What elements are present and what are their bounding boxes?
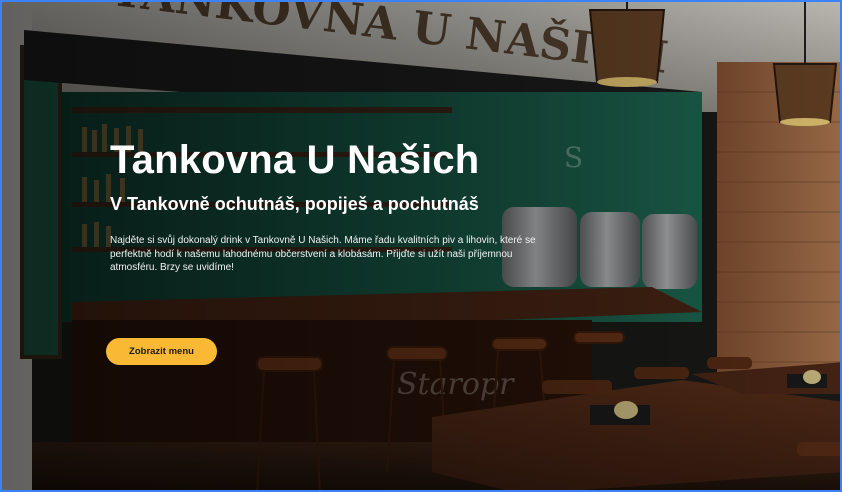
hero-description: Najděte si svůj dokonalý drink v Tankovn…	[110, 235, 536, 273]
show-menu-button[interactable]: Zobrazit menu	[106, 338, 217, 365]
hero-content: Tankovna U Našich V Tankovně ochutnáš, p…	[110, 134, 560, 275]
hero-title: Tankovna U Našich	[110, 138, 480, 182]
page-frame: TANKOVNA U NAŠICH	[0, 0, 842, 492]
hero-subtitle: V Tankovně ochutnáš, popiješ a pochutnáš	[110, 194, 479, 214]
